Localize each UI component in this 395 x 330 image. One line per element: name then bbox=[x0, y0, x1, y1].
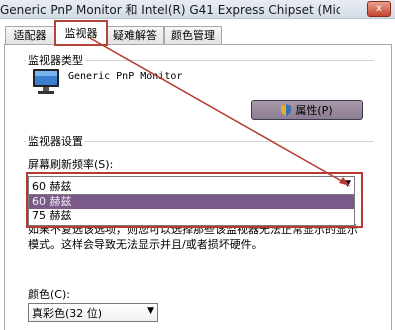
properties-button-label: 属性(P) bbox=[295, 104, 333, 117]
refresh-rate-label: 屏幕刷新频率(S): bbox=[28, 158, 114, 171]
shield-icon bbox=[281, 104, 292, 116]
refresh-warning-text: 如果不复选该选项，则您可以选择那些该监视器无法正常显示的显示模式。这样会导致无法… bbox=[28, 223, 358, 251]
refresh-option-75[interactable]: 75 赫兹 bbox=[29, 209, 354, 223]
refresh-rate-value: 60 赫兹 bbox=[32, 180, 72, 193]
refresh-rate-select[interactable]: 60 赫兹 ▼ bbox=[28, 176, 355, 195]
refresh-option-60[interactable]: 60 赫兹 bbox=[29, 195, 354, 209]
colors-label: 颜色(C): bbox=[28, 288, 70, 301]
close-icon: x bbox=[376, 3, 382, 14]
chevron-down-icon: ▼ bbox=[344, 179, 351, 189]
tab-adapter[interactable]: 适配器 bbox=[5, 26, 55, 44]
tab-troubleshoot[interactable]: 疑难解答 bbox=[106, 26, 164, 44]
colors-value: 真彩色(32 位) bbox=[32, 307, 103, 320]
tab-bar: 适配器 监视器 疑难解答 颜色管理 bbox=[0, 19, 395, 46]
monitor-settings-title: 监视器设置 bbox=[26, 133, 85, 149]
monitor-type-title: 监视器类型 bbox=[26, 52, 85, 68]
chevron-down-icon: ▼ bbox=[147, 306, 154, 316]
tab-color-management[interactable]: 颜色管理 bbox=[164, 26, 222, 44]
title-bar: Generic PnP Monitor 和 Intel(R) G41 Expre… bbox=[0, 0, 395, 19]
tab-monitor[interactable]: 监视器 bbox=[54, 20, 108, 46]
monitor-name: Generic PnP Monitor bbox=[68, 71, 183, 82]
window-title: Generic PnP Monitor 和 Intel(R) G41 Expre… bbox=[0, 3, 340, 17]
close-button[interactable]: x bbox=[367, 1, 391, 17]
refresh-rate-dropdown: 60 赫兹 75 赫兹 bbox=[28, 194, 355, 226]
monitor-icon bbox=[33, 69, 59, 94]
colors-select[interactable]: 真彩色(32 位) ▼ bbox=[28, 303, 158, 322]
properties-button[interactable]: 属性(P) bbox=[251, 100, 363, 120]
